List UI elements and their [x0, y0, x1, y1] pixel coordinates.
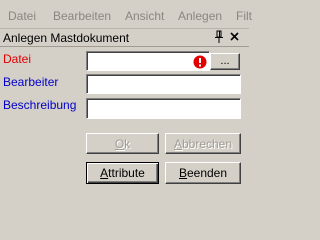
beschreibung-input[interactable]: [86, 98, 241, 119]
ok-label-rest: k: [124, 136, 131, 151]
datei-label: Datei: [3, 52, 32, 66]
close-icon[interactable]: [229, 30, 241, 44]
menu-bar: Datei Bearbeiten Ansicht Anlegen Filt: [0, 0, 252, 29]
attribute-accesskey: A: [100, 166, 109, 180]
menu-ansicht[interactable]: Ansicht: [125, 9, 164, 23]
menu-filter[interactable]: Filt: [236, 9, 252, 23]
pin-icon[interactable]: [213, 30, 225, 44]
beenden-accesskey: B: [178, 166, 187, 180]
attribute-button[interactable]: Attribute: [86, 162, 159, 184]
datei-input[interactable]: [86, 51, 210, 71]
ok-accesskey: O: [114, 136, 125, 151]
beschreibung-label: Beschreibung: [3, 98, 77, 112]
browse-button[interactable]: ...: [210, 53, 240, 70]
attribute-label-rest: ttribute: [108, 166, 145, 180]
panel-header: Anlegen Mastdokument: [0, 29, 249, 47]
ok-button[interactable]: Ok: [86, 133, 159, 154]
abbrechen-accesskey: A: [173, 136, 182, 151]
abbrechen-label-rest: bbrechen: [181, 136, 233, 151]
bearbeiter-label: Bearbeiter: [3, 75, 59, 89]
panel-title: Anlegen Mastdokument: [3, 31, 130, 45]
menu-bearbeiten[interactable]: Bearbeiten: [53, 9, 111, 23]
bearbeiter-input[interactable]: [86, 74, 241, 94]
beenden-label-rest: eenden: [186, 166, 228, 180]
menu-anlegen[interactable]: Anlegen: [178, 9, 222, 23]
abbrechen-button[interactable]: Abbrechen: [165, 133, 241, 154]
error-icon: [193, 55, 207, 69]
anlegen-mastdokument-panel: Anlegen Mastdokument Datei ... Bearbeite…: [0, 29, 249, 203]
menu-datei[interactable]: Datei: [8, 9, 36, 23]
beenden-button[interactable]: Beenden: [165, 162, 241, 184]
